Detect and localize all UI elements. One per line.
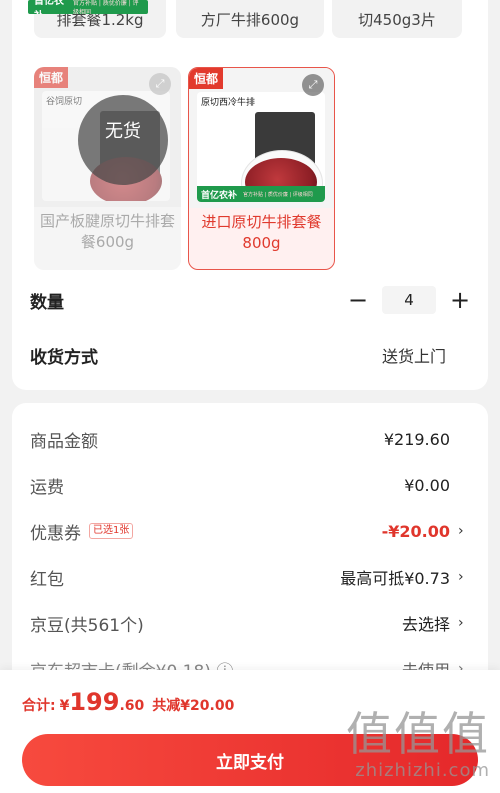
coupon-selected-badge: 已选1张 xyxy=(89,523,134,539)
product-package: 原切西冷牛排 首亿农补 官方补贴 | 质优价廉 | 评级相同 xyxy=(197,92,325,202)
total-label: 合计: xyxy=(22,698,56,714)
variant-chip-label: 切450g3片 xyxy=(358,11,436,29)
goods-amount-row: 商品金额 ¥219.60 xyxy=(30,424,470,454)
redpacket-value-group: 最高可抵¥0.73 › xyxy=(340,565,470,589)
delivery-row[interactable]: 收货方式 送货上门 xyxy=(30,335,470,375)
brand-badge-subtext: 官方补贴 | 质优价廉 | 评级相同 xyxy=(72,0,139,14)
shipping-value: ¥0.00 xyxy=(404,475,450,495)
shipping-row: 运费 ¥0.00 xyxy=(30,470,470,500)
variant-chip[interactable]: 切450g3片 xyxy=(332,0,462,38)
watermark-url: zhizhizhi.com xyxy=(355,760,490,781)
chevron-right-icon: › xyxy=(458,569,464,585)
coupon-value-group: -¥20.00 › xyxy=(382,522,470,541)
brand-badge-text: 首亿农补 xyxy=(34,0,64,14)
variant-option-imported[interactable]: 原切西冷牛排 首亿农补 官方补贴 | 质优价廉 | 评级相同 恒都 ⤢ 进口原切… xyxy=(188,67,335,270)
quantity-label: 数量 xyxy=(30,292,64,313)
redpacket-row[interactable]: 红包 最高可抵¥0.73 › xyxy=(30,562,470,592)
variant-label: 国产板腱原切牛排套餐600g xyxy=(39,212,175,251)
total-integer: 199 xyxy=(69,688,120,716)
brand-badge: 首亿农补 官方补贴 | 质优价廉 | 评级相同 xyxy=(28,0,148,14)
shipping-label: 运费 xyxy=(30,477,64,498)
price-detail-card: 商品金额 ¥219.60 运费 ¥0.00 优惠券 已选1张 -¥20.00 ›… xyxy=(12,403,488,693)
delivery-label: 收货方式 xyxy=(30,347,98,368)
watermark-logo: 值值值 xyxy=(346,707,490,761)
decrease-button[interactable]: − xyxy=(348,288,368,312)
jingdou-value-group: 去选择 › xyxy=(402,611,470,635)
sku-selector-card: 排套餐1.2kg 方厂牛排600g 切450g3片 首亿农补 官方补贴 | 质优… xyxy=(12,0,488,390)
brand-strip-text: 首亿农补 xyxy=(201,190,238,201)
variant-chip[interactable]: 方厂牛排600g xyxy=(176,0,324,38)
jingdou-value: 去选择 xyxy=(401,615,450,634)
previous-variant-row: 排套餐1.2kg 方厂牛排600g 切450g3片 首亿农补 官方补贴 | 质优… xyxy=(12,0,488,38)
expand-icon[interactable]: ⤢ xyxy=(149,73,171,95)
coupon-value: -¥20.00 xyxy=(381,521,450,541)
brand-strip-subtext: 官方补贴 | 质优价廉 | 评级相同 xyxy=(243,191,313,198)
quantity-input[interactable]: 4 xyxy=(382,286,436,314)
jingdou-label: 京豆(共561个) xyxy=(30,615,144,636)
goods-amount-label: 商品金额 xyxy=(30,431,98,452)
variant-option-domestic[interactable]: 谷饲原切 恒都 无货 ⤢ 国产板腱原切牛排套餐600g xyxy=(34,67,181,270)
jingdou-row[interactable]: 京豆(共561个) 去选择 › xyxy=(30,608,470,638)
quantity-stepper: − 4 + xyxy=(348,286,470,314)
total-decimal: .60 xyxy=(119,698,145,714)
coupon-label: 优惠券 xyxy=(30,523,81,544)
package-title: 原切西冷牛排 xyxy=(201,98,256,108)
brand-logo: 恒都 xyxy=(189,68,224,89)
quantity-row: 数量 − 4 + xyxy=(30,280,470,320)
chevron-right-icon: › xyxy=(458,615,464,631)
redpacket-label: 红包 xyxy=(30,569,64,590)
goods-amount-value: ¥219.60 xyxy=(383,429,450,449)
increase-button[interactable]: + xyxy=(450,288,470,312)
coupon-label-group: 优惠券 已选1张 xyxy=(30,519,134,544)
total-discount: 共减¥20.00 xyxy=(152,698,235,714)
expand-icon[interactable]: ⤢ xyxy=(302,74,324,96)
chevron-right-icon: › xyxy=(458,523,464,539)
brand-strip: 首亿农补 官方补贴 | 质优价廉 | 评级相同 xyxy=(197,186,325,202)
delivery-method: 送货上门 xyxy=(381,347,446,366)
total-price: 合计: ¥ 199 .60 共减¥20.00 xyxy=(22,688,234,716)
redpacket-value: 最高可抵¥0.73 xyxy=(340,569,450,588)
variant-chip-label: 方厂牛排600g xyxy=(200,11,300,29)
variant-label: 进口原切牛排套餐800g xyxy=(201,213,322,252)
out-of-stock-badge: 无货 xyxy=(78,95,168,185)
site-watermark: 值值值 zhizhizhi.com xyxy=(346,708,490,781)
brand-logo: 恒都 xyxy=(34,67,69,88)
coupon-row[interactable]: 优惠券 已选1张 -¥20.00 › xyxy=(30,516,470,546)
currency-symbol: ¥ xyxy=(59,698,70,714)
